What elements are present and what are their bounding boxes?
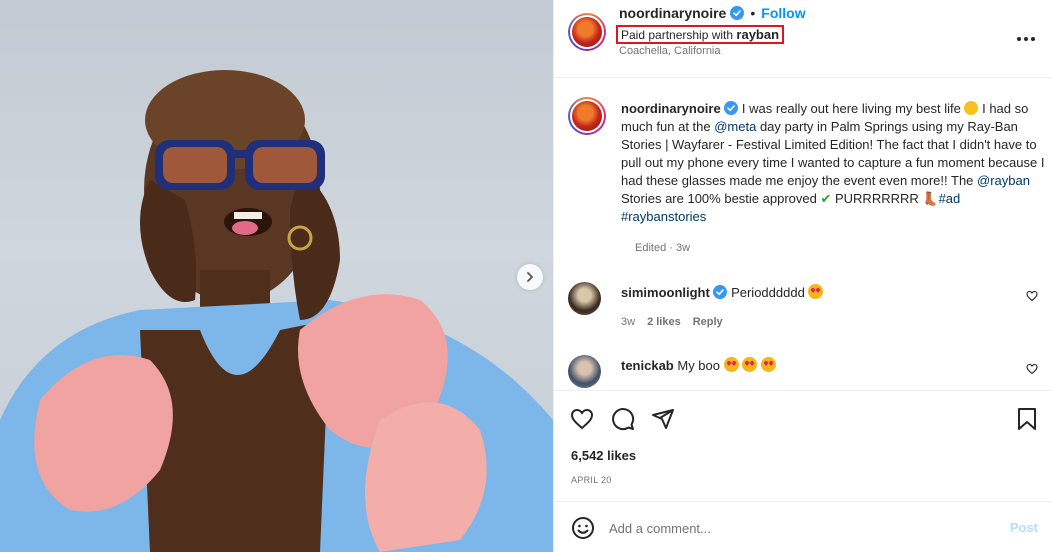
mention-rayban[interactable]: @rayban [977,173,1030,188]
caption-part4: Stories are 100% bestie approved [621,191,821,206]
heart-icon[interactable] [1026,363,1038,375]
heart-eyes-emoji-icon [742,357,758,372]
comment-text: My boo [673,358,724,373]
author-username[interactable]: noordinarynoire [619,5,726,21]
chevron-right-icon [527,272,534,282]
commenter-avatar[interactable] [568,355,601,388]
heart-icon[interactable] [570,407,594,431]
partnership-prefix: Paid partnership with [621,28,737,42]
edited-timestamp: Edited · 3w [635,242,691,254]
verified-badge-icon [724,101,739,115]
heart-icon[interactable] [1026,290,1038,302]
heart-eyes-emoji-icon [723,357,739,372]
comment-body: simimoonlight Periodddddd [621,284,824,302]
boot-icon: 👢 [922,191,939,206]
post-panel: noordinarynoire • Follow Paid partnershi… [553,0,1052,552]
author-avatar[interactable] [568,13,606,51]
comment-meta: 3w 2 likes Reply [621,316,723,328]
verified-badge-icon [730,6,745,20]
post-header: noordinarynoire • Follow Paid partnershi… [554,0,1052,78]
author-line: noordinarynoire • Follow [619,5,806,21]
comment-username[interactable]: tenickab [621,358,674,373]
post-date: APRIL 20 [571,475,612,485]
more-options-icon[interactable] [1017,37,1035,41]
bookmark-icon[interactable] [1016,407,1038,431]
comment-username[interactable]: simimoonlight [621,285,710,300]
comment-time: 3w [621,316,636,328]
comment-likes[interactable]: 2 likes [647,316,681,328]
heart-eyes-emoji-icon [760,357,776,372]
follow-button[interactable]: Follow [761,5,805,21]
share-icon[interactable] [651,407,675,431]
comment-body: tenickab My boo [621,357,776,375]
check-mark-icon: ✔ [820,191,832,206]
likes-count[interactable]: 6,542 likes [571,448,636,463]
caption-text: noordinarynoire I was really out here li… [621,100,1046,226]
add-comment-bar: Post [554,501,1052,552]
next-photo-button[interactable] [517,264,543,290]
smiley-icon[interactable] [571,516,595,540]
verified-badge-icon [713,285,728,299]
caption-username[interactable]: noordinarynoire [621,101,721,116]
photo-illustration [0,70,553,552]
comment-icon[interactable] [611,407,635,431]
location-link[interactable]: Coachella, California [619,45,721,57]
caption-part5: PURRRRRRR [831,191,923,206]
heart-eyes-emoji-icon [808,284,824,299]
post-photo [0,0,553,552]
mention-meta[interactable]: @meta [714,119,756,134]
comment-input[interactable] [609,516,989,540]
comment-text: Periodddddd [727,285,805,300]
partner-link[interactable]: rayban [736,27,779,42]
action-bar: 6,542 likes APRIL 20 [554,390,1052,500]
weary-face-emoji-icon [964,101,979,115]
paid-partnership-label: Paid partnership with rayban [616,25,785,44]
commenter-avatar[interactable] [568,282,601,315]
caption-part1: I was really out here living my best lif… [738,101,961,116]
separator-dot: • [750,5,756,21]
caption-avatar[interactable] [568,97,606,135]
reply-button[interactable]: Reply [693,316,723,328]
post-comment-button[interactable]: Post [1010,520,1038,535]
